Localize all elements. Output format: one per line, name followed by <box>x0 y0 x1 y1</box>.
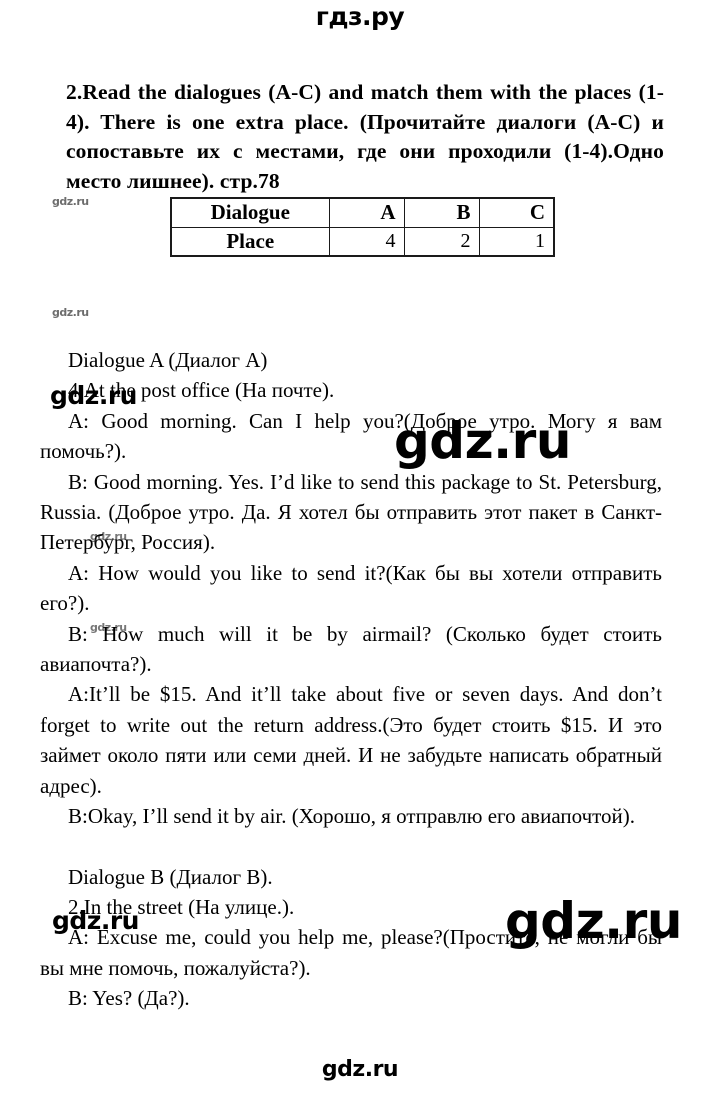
paragraph-a-line-2: A: How would you like to send it?(Как бы… <box>40 560 662 616</box>
table-header-place: Place <box>170 226 330 257</box>
watermark-large-1: gdz.ru <box>394 412 571 470</box>
table-row-place: Place 4 2 1 <box>170 226 555 257</box>
task-heading: 2.Read the dialogues (A-C) and match the… <box>66 80 664 193</box>
table-cell-place-c: 1 <box>478 226 555 257</box>
table-cell-place-a: 4 <box>328 226 405 257</box>
watermark-large-2: gdz.ru <box>505 892 682 950</box>
table-cell-dialogue-c: C <box>478 197 555 228</box>
watermark-small-1: gdz.ru <box>52 195 89 208</box>
table-cell-dialogue-a: A <box>328 197 405 228</box>
paragraph-b-line-2: B: How much will it be by airmail? (Скол… <box>40 621 662 677</box>
table-header-dialogue: Dialogue <box>170 197 330 228</box>
paragraph-dialogue-b-title: Dialogue B (Диалог B). <box>68 864 273 889</box>
paragraph-a-line-3: A:It’ll be $15. And it’ll take about fiv… <box>40 682 662 798</box>
watermark-small-2: gdz.ru <box>52 306 89 319</box>
paragraph-b-line-3: B:Okay, I’ll send it by air. (Хорошо, я … <box>68 804 636 829</box>
paragraph-b-b-line-1: B: Yes? (Да?). <box>68 986 190 1011</box>
site-logo-bottom: gdz.ru <box>321 1057 399 1082</box>
answer-table: Dialogue A B C Place 4 2 1 <box>170 197 555 257</box>
watermark-medium-1: gdz.ru <box>50 381 137 410</box>
table-cell-place-b: 2 <box>403 226 480 257</box>
paragraph-b-line-1: B: Good morning. Yes. I’d like to send t… <box>40 469 662 555</box>
site-logo-top: гдз.ру <box>315 2 405 31</box>
watermark-medium-2: gdz.ru <box>52 906 139 935</box>
answer-table-container: Dialogue A B C Place 4 2 1 <box>170 197 555 257</box>
paragraph-dialogue-a-title: Dialogue A (Диалог A) <box>68 348 268 372</box>
table-row-dialogue: Dialogue A B C <box>170 197 555 228</box>
table-cell-dialogue-b: B <box>403 197 480 228</box>
